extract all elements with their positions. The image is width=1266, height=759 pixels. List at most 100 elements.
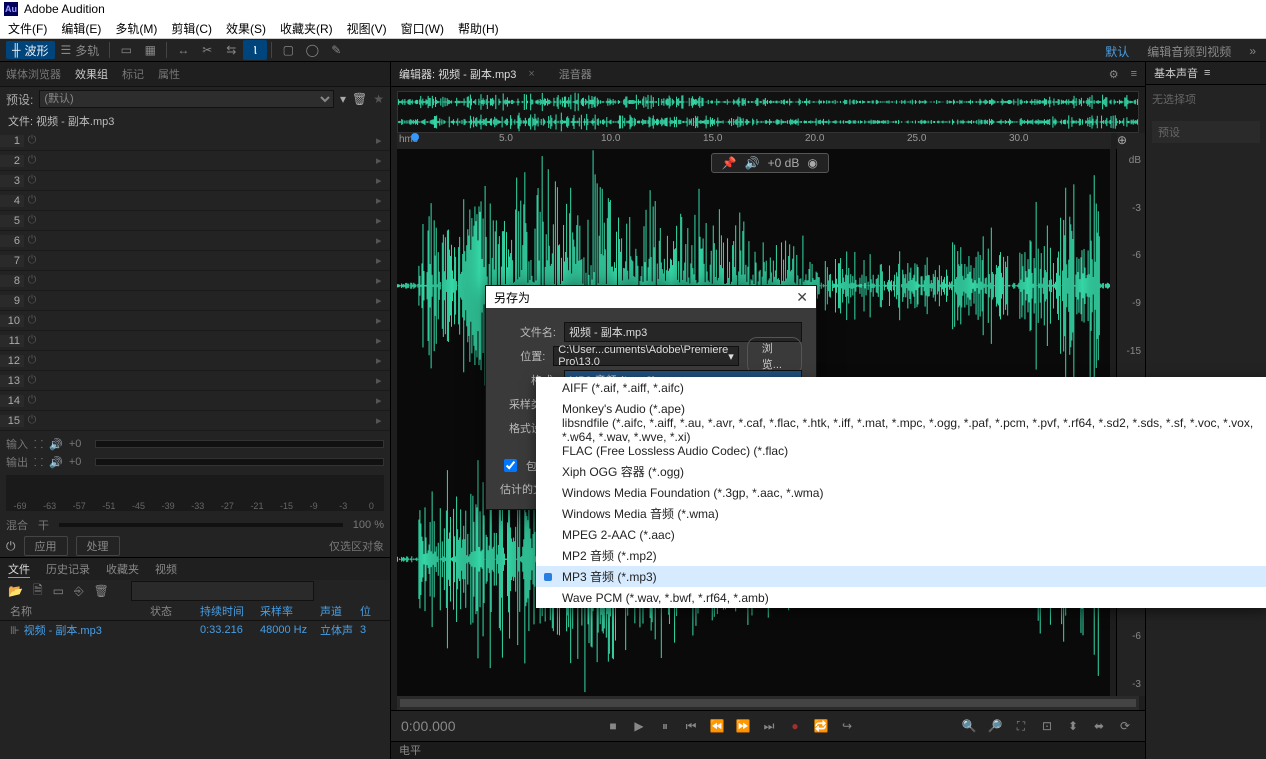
tool-brush-icon[interactable]: ▦ [138, 40, 162, 60]
go-end-button[interactable]: ⏭ [759, 717, 779, 735]
file-new-icon[interactable]: 🗎 [33, 581, 43, 602]
menu-help[interactable]: 帮助(H) [458, 20, 499, 37]
effect-slot[interactable]: 4⏻▸ [0, 191, 390, 211]
col-duration[interactable]: 持续时间 [200, 603, 260, 619]
zoom-in-icon[interactable]: 🔍 [959, 717, 979, 735]
col-samplerate[interactable]: 采样率 [260, 603, 320, 619]
zoom-reset-icon[interactable]: ⟳ [1115, 717, 1135, 735]
files-tab-favorites[interactable]: 收藏夹 [106, 561, 139, 577]
ruler-tool-icon[interactable]: ⊕ [1117, 133, 1145, 149]
col-status[interactable]: 状态 [150, 603, 200, 619]
go-start-button[interactable]: ⏮ [681, 717, 701, 735]
format-option[interactable]: AIFF (*.aif, *.aiff, *.aifc) [536, 377, 1266, 398]
effect-slot[interactable]: 13⏻▸ [0, 371, 390, 391]
zoom-in-v-icon[interactable]: ⬍ [1063, 717, 1083, 735]
editor-gear-icon[interactable]: ⚙ [1109, 68, 1119, 81]
zoom-sel-icon[interactable]: ⊡ [1037, 717, 1057, 735]
preset-select[interactable]: (默认) [39, 90, 334, 108]
editor-menu-icon[interactable]: ≡ [1131, 68, 1137, 80]
editor-tab-file[interactable]: 编辑器: 视频 - 副本.mp3 [399, 66, 516, 82]
format-option[interactable]: FLAC (Free Lossless Audio Codec) (*.flac… [536, 440, 1266, 461]
tool-paint-icon[interactable]: ✎ [324, 40, 348, 60]
mix-slider[interactable] [59, 523, 343, 527]
loop-button[interactable]: 🔁 [811, 717, 831, 735]
file-delete-icon[interactable]: 🗑 [94, 584, 109, 598]
hud-knob-icon[interactable]: ◉ [807, 156, 817, 170]
hud[interactable]: 📌 🔊 +0 dB ◉ [711, 153, 829, 173]
dialog-close-button[interactable]: ✕ [796, 289, 808, 306]
hud-gain-icon[interactable]: 🔊 [745, 156, 760, 170]
format-option[interactable]: Xiph OGG 容器 (*.ogg) [536, 461, 1266, 482]
tool-spot-healing-icon[interactable]: ▭ [114, 40, 138, 60]
file-record-icon[interactable]: ▭ [53, 584, 64, 598]
file-insert-icon[interactable]: ⎆ [74, 584, 84, 599]
effect-slot[interactable]: 6⏻▸ [0, 231, 390, 251]
menu-view[interactable]: 视图(V) [347, 20, 387, 37]
files-tab-history[interactable]: 历史记录 [46, 561, 90, 577]
files-tab-video[interactable]: 视频 [155, 561, 177, 577]
menu-effects[interactable]: 效果(S) [226, 20, 266, 37]
tab-markers[interactable]: 标记 [122, 66, 144, 82]
pause-button[interactable]: ⏸ [655, 717, 675, 735]
format-option[interactable]: MPEG 2-AAC (*.aac) [536, 524, 1266, 545]
tool-slip-icon[interactable]: ⇆ [219, 40, 243, 60]
effect-slot[interactable]: 5⏻▸ [0, 211, 390, 231]
power-toggle-icon[interactable]: ⏻ [6, 539, 16, 554]
zoom-full-icon[interactable]: ⛶ [1011, 717, 1031, 735]
play-button[interactable]: ▶ [629, 717, 649, 735]
files-tab-files[interactable]: 文件 [8, 561, 30, 578]
col-bits[interactable]: 位 [360, 603, 380, 619]
effect-slot[interactable]: 11⏻▸ [0, 331, 390, 351]
tab-effects-rack[interactable]: 效果组 [75, 66, 108, 82]
menu-clip[interactable]: 剪辑(C) [171, 20, 212, 37]
menu-window[interactable]: 窗口(W) [401, 20, 444, 37]
file-search-input[interactable] [131, 581, 314, 601]
file-list-row[interactable]: ⊪视频 - 副本.mp3 0:33.216 48000 Hz 立体声 3 [0, 621, 390, 639]
waveform-overview[interactable] [397, 91, 1139, 133]
tab-media-browser[interactable]: 媒体浏览器 [6, 66, 61, 82]
record-button[interactable]: ● [785, 717, 805, 735]
preset-save-icon[interactable]: ▾ [340, 92, 346, 106]
tool-move-icon[interactable]: ↔ [171, 40, 195, 60]
editor-tab-mixer[interactable]: 混音器 [559, 66, 592, 82]
menu-multitrack[interactable]: 多轨(M) [115, 20, 157, 37]
col-channels[interactable]: 声道 [320, 603, 360, 619]
favorite-icon[interactable]: ★ [373, 92, 384, 106]
workspace-default[interactable]: 默认 [1105, 43, 1129, 60]
format-option[interactable]: libsndfile (*.aifc, *.aiff, *.au, *.avr,… [536, 419, 1266, 440]
preset-delete-icon[interactable]: 🗑 [352, 92, 367, 106]
menu-favorites[interactable]: 收藏夹(R) [280, 20, 333, 37]
tool-time-select-icon[interactable]: Ⲓ [243, 40, 267, 60]
col-name[interactable]: 名称 [0, 603, 150, 619]
effect-slot[interactable]: 15⏻▸ [0, 411, 390, 431]
time-ruler[interactable]: hms 5.010.015.020.025.030.0 [397, 133, 1111, 149]
menu-file[interactable]: 文件(F) [8, 20, 47, 37]
forward-button[interactable]: ⏩ [733, 717, 753, 735]
include-markers-checkbox[interactable] [504, 459, 517, 472]
effect-slot[interactable]: 8⏻▸ [0, 271, 390, 291]
tool-razor-icon[interactable]: ✂ [195, 40, 219, 60]
essential-sound-tab[interactable]: 基本声音 [1154, 65, 1198, 81]
tool-marquee-icon[interactable]: ▢ [276, 40, 300, 60]
effect-slot[interactable]: 10⏻▸ [0, 311, 390, 331]
editor-tab-close-icon[interactable]: × [528, 68, 534, 80]
format-option[interactable]: Wave PCM (*.wav, *.bwf, *.rf64, *.amb) [536, 587, 1266, 608]
format-dropdown[interactable]: AIFF (*.aif, *.aiff, *.aifc)Monkey's Aud… [536, 377, 1266, 608]
rewind-button[interactable]: ⏪ [707, 717, 727, 735]
horizontal-scrollbar[interactable] [400, 699, 1136, 707]
view-waveform-button[interactable]: ╫波形 [6, 41, 55, 59]
process-button[interactable]: 处理 [76, 536, 120, 556]
format-option[interactable]: Windows Media Foundation (*.3gp, *.aac, … [536, 482, 1266, 503]
format-option[interactable]: MP2 音频 (*.mp2) [536, 545, 1266, 566]
effect-slot[interactable]: 7⏻▸ [0, 251, 390, 271]
format-option[interactable]: MP3 音频 (*.mp3) [536, 566, 1266, 587]
apply-button[interactable]: 应用 [24, 536, 68, 556]
view-multitrack-button[interactable]: ☰多轨 [55, 41, 106, 59]
skip-button[interactable]: ↪ [837, 717, 857, 735]
location-select[interactable]: C:\User...cuments\Adobe\Premiere Pro\13.… [553, 346, 739, 366]
tab-properties[interactable]: 属性 [158, 66, 180, 82]
zoom-out-icon[interactable]: 🔎 [985, 717, 1005, 735]
file-open-icon[interactable]: 📂 [8, 584, 23, 598]
playhead[interactable] [411, 133, 419, 141]
zoom-out-v-icon[interactable]: ⬌ [1089, 717, 1109, 735]
